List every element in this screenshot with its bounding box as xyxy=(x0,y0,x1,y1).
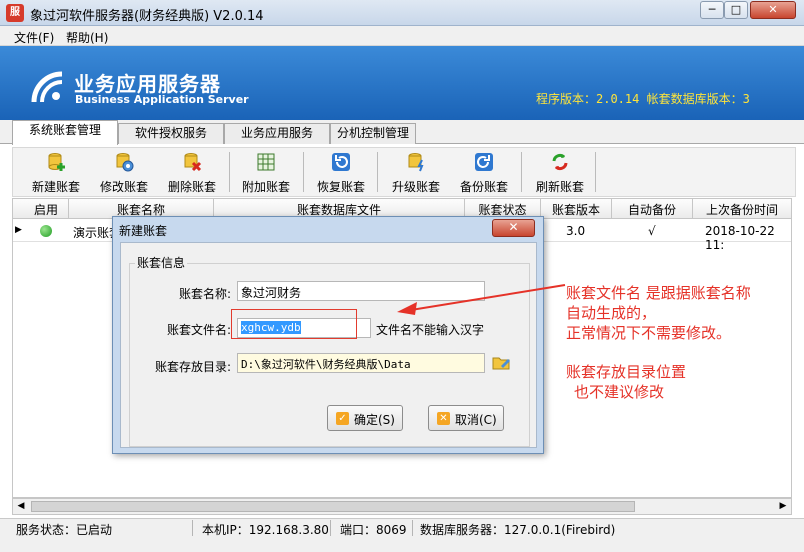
tab-license-service[interactable]: 软件授权服务 xyxy=(118,123,224,144)
dialog-close-button[interactable]: ✕ xyxy=(492,219,535,237)
dialog-body: 账套信息 账套名称: 象过河财务 账套文件名: xghcw.ydb 文件名不能输… xyxy=(120,242,537,448)
refresh-account-button[interactable]: 刷新账套 xyxy=(525,148,595,196)
maximize-button[interactable]: □ xyxy=(724,1,748,19)
menu-file[interactable]: 文件(F) xyxy=(14,29,54,46)
database-settings-icon xyxy=(116,153,134,172)
enabled-status-icon xyxy=(40,225,52,237)
new-account-button[interactable]: 新建账套 xyxy=(21,148,91,196)
col-version[interactable]: 账套版本 xyxy=(541,201,611,218)
cell-version: 3.0 xyxy=(566,224,586,238)
toolbar-separator xyxy=(229,152,230,192)
refresh-icon xyxy=(552,153,568,171)
status-bar: 服务状态：已启动 本机IP：192.168.3.80 端口：8069 数据库服务… xyxy=(0,518,804,552)
tab-strip: 系统账套管理 软件授权服务 业务应用服务 分机控制管理 xyxy=(0,120,804,145)
database-upgrade-icon xyxy=(408,153,424,172)
attach-account-button[interactable]: 附加账套 xyxy=(231,148,301,196)
toolbar-separator xyxy=(303,152,304,192)
service-status: 服务状态：已启动 xyxy=(16,523,113,537)
title-bar: 服 象过河软件服务器(财务经典版) V2.0.14 ─ □ ✕ xyxy=(0,0,804,26)
col-enabled[interactable]: 启用 xyxy=(33,201,59,218)
group-title: 账套信息 xyxy=(135,254,188,271)
horizontal-scrollbar[interactable]: ◀ ▶ xyxy=(12,498,792,515)
restore-icon xyxy=(332,153,350,171)
check-icon: ✓ xyxy=(336,412,349,425)
backup-icon xyxy=(475,153,493,171)
toolbar: 新建账套 修改账套 删除账套 附加账套 恢复账套 升级账套 备份账套 刷新账套 xyxy=(12,147,796,197)
local-ip: 本机IP：192.168.3.80 xyxy=(202,523,329,537)
annotation-arrow-icon xyxy=(397,284,566,315)
tab-extension-control[interactable]: 分机控制管理 xyxy=(330,123,416,144)
upgrade-account-button[interactable]: 升级账套 xyxy=(381,148,451,196)
annotation-directory: 账套存放目录位置 也不建议修改 xyxy=(566,363,687,401)
version-info: 程序版本：2.0.14 帐套数据库版本：3 xyxy=(536,92,750,106)
directory-input[interactable]: D:\象过河软件\财务经典版\Data xyxy=(237,353,485,373)
table-icon xyxy=(257,153,275,171)
cell-last-backup: 2018-10-22 11: xyxy=(705,224,775,252)
restore-account-button[interactable]: 恢复账套 xyxy=(306,148,376,196)
menu-help[interactable]: 帮助(H) xyxy=(66,29,108,46)
backup-account-button[interactable]: 备份账套 xyxy=(449,148,519,196)
close-button[interactable]: ✕ xyxy=(750,1,796,19)
edit-account-button[interactable]: 修改账套 xyxy=(89,148,159,196)
scroll-left-icon[interactable]: ◀ xyxy=(13,499,29,514)
col-last-backup[interactable]: 上次备份时间 xyxy=(693,201,791,218)
ok-button[interactable]: ✓ 确定(S) xyxy=(327,405,403,431)
app-icon: 服 xyxy=(6,4,24,22)
name-label: 账套名称: xyxy=(178,287,231,301)
cancel-icon: ✕ xyxy=(437,412,450,425)
delete-account-button[interactable]: 删除账套 xyxy=(157,148,227,196)
toolbar-separator xyxy=(377,152,378,192)
dialog-title: 新建账套 xyxy=(119,224,168,238)
cell-auto-backup: √ xyxy=(648,224,656,238)
window-title: 象过河软件服务器(财务经典版) V2.0.14 xyxy=(30,9,264,24)
row-indicator-icon: ▶ xyxy=(15,225,22,235)
toolbar-separator xyxy=(521,152,522,192)
toolbar-separator xyxy=(595,152,596,192)
tab-account-management[interactable]: 系统账套管理 xyxy=(12,120,118,145)
directory-label: 账套存放目录: xyxy=(154,360,231,374)
scroll-thumb[interactable] xyxy=(31,501,635,512)
annotation-filename: 账套文件名 是跟据账套名称 自动生成的， 正常情况下不需要修改。 xyxy=(566,284,751,342)
logo-icon xyxy=(31,71,63,103)
filename-label: 账套文件名: xyxy=(166,323,231,337)
filename-hint: 文件名不能输入汉字 xyxy=(376,323,485,337)
banner-subtitle: Business Application Server xyxy=(75,93,249,106)
db-server: 数据库服务器：127.0.0.1(Firebird) xyxy=(420,523,616,537)
tab-business-service[interactable]: 业务应用服务 xyxy=(224,123,330,144)
filename-highlight-box xyxy=(231,309,357,339)
port: 端口：8069 xyxy=(340,523,407,537)
folder-icon[interactable] xyxy=(492,355,510,370)
col-auto-backup[interactable]: 自动备份 xyxy=(612,201,692,218)
banner: 业务应用服务器 Business Application Server 程序版本… xyxy=(0,46,804,120)
database-delete-icon xyxy=(184,153,202,172)
menu-bar: 文件(F) 帮助(H) xyxy=(0,26,804,46)
cancel-button[interactable]: ✕ 取消(C) xyxy=(428,405,504,431)
database-add-icon xyxy=(48,153,65,171)
scroll-right-icon[interactable]: ▶ xyxy=(775,499,791,514)
minimize-button[interactable]: ─ xyxy=(700,1,724,19)
